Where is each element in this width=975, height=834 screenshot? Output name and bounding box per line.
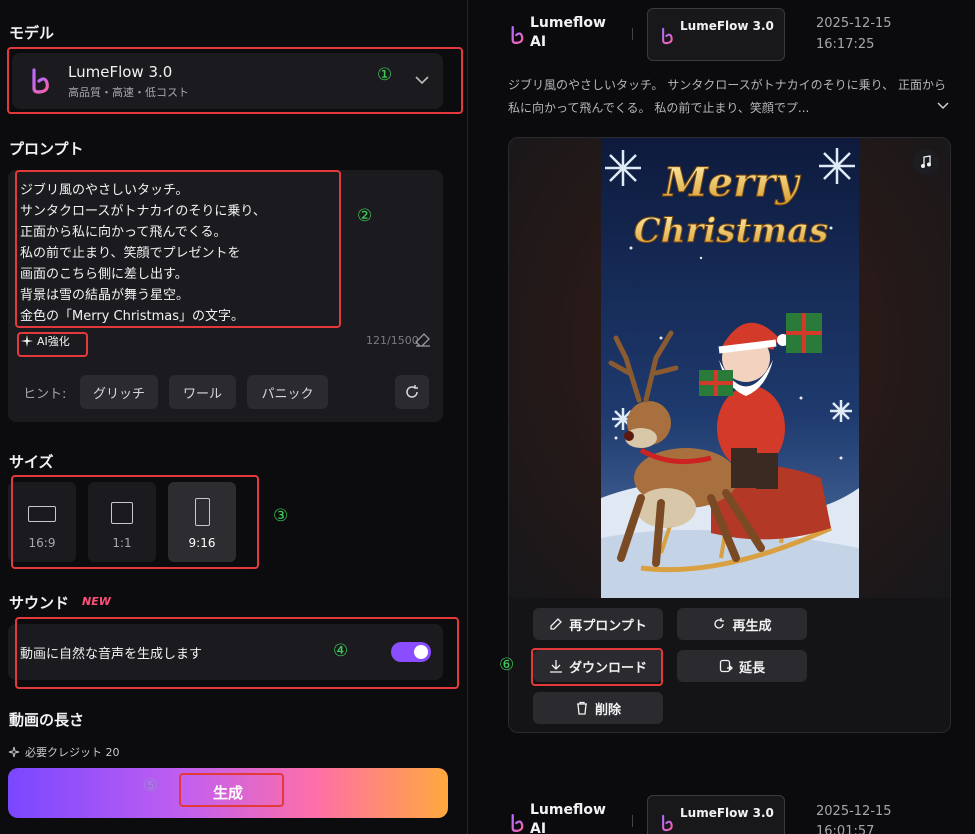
lumeflow-logo-icon [511,814,524,832]
annotation-number-4: ④ [333,641,349,661]
credit-text: 必要クレジット 20 [25,746,120,759]
model-chip: LumeFlow 3.0 [647,8,785,61]
prompt-description: ジブリ風のやさしいタッチ。 サンタクロースがトナカイのそりに乗り、 正面から私に… [508,78,946,115]
annotation-box-5 [179,773,284,807]
delete-label: 削除 [594,702,621,718]
delete-button[interactable]: 削除 [533,692,663,724]
app-name: Lumeflow AI [530,15,606,50]
hint-chip-glitch[interactable]: グリッチ [80,375,158,409]
annotation-box-4 [15,617,459,689]
reprompt-button[interactable]: 再プロンプト [533,608,663,640]
hint-chip-panic[interactable]: パニック [247,375,328,409]
entry-time: 16:01:57 [816,824,875,834]
model-chip-name: LumeFlow 3.0 [680,19,774,33]
annotation-box-6 [531,648,663,686]
extend-button[interactable]: 延長 [677,650,807,682]
entry-date: 2025-12-15 [816,16,892,31]
regenerate-button[interactable]: 再生成 [677,608,807,640]
new-badge: NEW [82,595,111,608]
hint-label: ヒント: [23,387,67,402]
pencil-icon [550,618,563,630]
app-name: Lumeflow AI [530,802,606,834]
lumeflow-logo-icon [662,27,673,45]
size-section-title: サイズ [9,453,54,471]
lumeflow-logo-icon [662,814,673,832]
hint-chip-whirl[interactable]: ワール [169,375,236,409]
header-separator [632,28,633,40]
media-title-1: Merry [661,159,801,206]
regenerate-label: 再生成 [732,618,772,634]
extend-label: 延長 [738,660,765,676]
media-title-2: Christmas [634,211,829,251]
sound-section-title: サウンド [9,594,70,612]
video-thumbnail[interactable]: Merry Christmas [601,138,859,598]
prompt-section-title: プロンプト [9,140,84,158]
entry-time: 16:17:25 [816,37,875,52]
entry-date: 2025-12-15 [816,804,892,819]
annotation-box-ai [17,332,88,357]
lumeflow-logo-icon [511,26,524,45]
refresh-icon [714,618,725,629]
trash-icon [576,701,587,715]
reprompt-label: 再プロンプト [569,618,647,634]
music-badge[interactable] [913,149,939,175]
model-chip-name: LumeFlow 3.0 [680,806,774,820]
result-card: Merry Christmas 再プロンプト 再生成 ダウンロード 延長 削除 [508,137,951,733]
music-note-icon [921,155,931,168]
model-chip: LumeFlow 3.0 [647,795,785,834]
chevron-down-icon[interactable] [936,98,950,112]
eraser-icon[interactable] [415,332,431,348]
length-section-title: 動画の長さ [9,711,85,729]
annotation-number-6: ⑥ [499,655,515,675]
char-count: 121/1500 [366,334,419,347]
annotation-number-1: ① [377,65,393,85]
annotation-box-3 [11,475,259,569]
results-panel: Lumeflow AI LumeFlow 3.0 2025-12-15 16:1… [468,0,975,834]
settings-panel: モデル LumeFlow 3.0 高品質・高速・低コスト ① プロンプト ジブリ… [0,0,468,834]
refresh-hints-button[interactable] [395,375,429,409]
annotation-number-2: ② [357,206,373,226]
refresh-icon [406,385,418,398]
annotation-box-1 [7,47,463,114]
annotation-number-3: ③ [273,506,289,526]
annotation-box-2 [15,170,341,328]
credit-sparkle-icon [8,746,20,758]
credit-info: 必要クレジット 20 [8,744,120,760]
annotation-number-5: ⑤ [143,776,159,796]
model-section-title: モデル [9,24,55,42]
header-separator [632,815,633,827]
extend-icon [719,659,733,673]
